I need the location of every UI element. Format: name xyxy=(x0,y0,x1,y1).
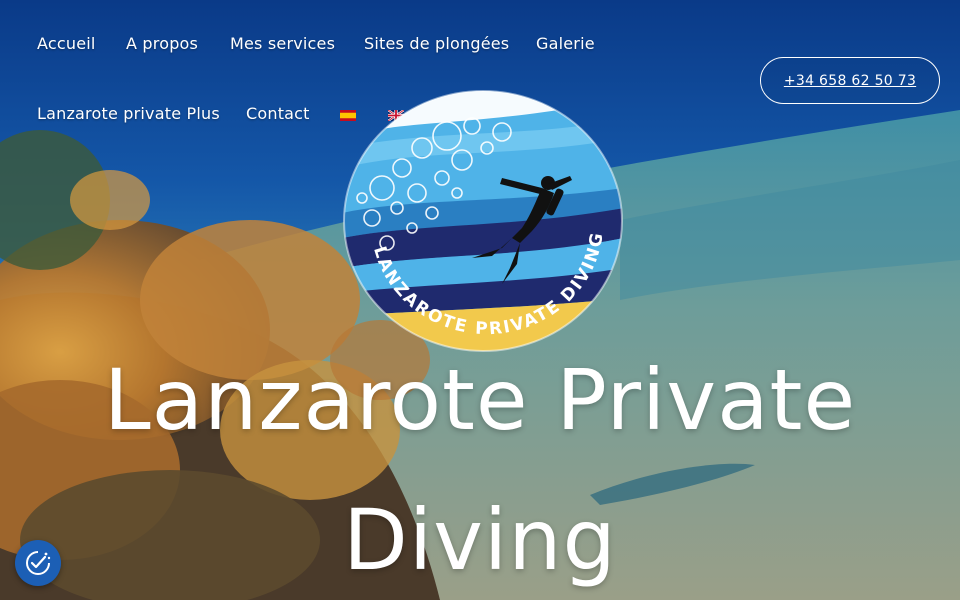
nav-item-galerie[interactable]: Galerie xyxy=(536,34,595,53)
cookie-consent-icon xyxy=(26,551,51,575)
hero-title-line2: Diving xyxy=(343,491,617,589)
hero-title-line1: Lanzarote Private xyxy=(103,351,857,449)
cookie-consent-button[interactable] xyxy=(15,540,61,586)
nav-item-lanzarote-private-plus[interactable]: Lanzarote private Plus xyxy=(37,104,220,123)
nav-item-sites-de-plongees[interactable]: Sites de plongées xyxy=(364,34,509,53)
nav-item-a-propos[interactable]: A propos xyxy=(126,34,198,53)
phone-button[interactable]: +34 658 62 50 73 xyxy=(760,57,940,104)
site-logo[interactable]: LANZAROTE PRIVATE DIVING xyxy=(342,88,624,354)
nav-item-contact[interactable]: Contact xyxy=(246,104,310,123)
nav-item-mes-services[interactable]: Mes services xyxy=(230,34,335,53)
nav-item-accueil[interactable]: Accueil xyxy=(37,34,96,53)
